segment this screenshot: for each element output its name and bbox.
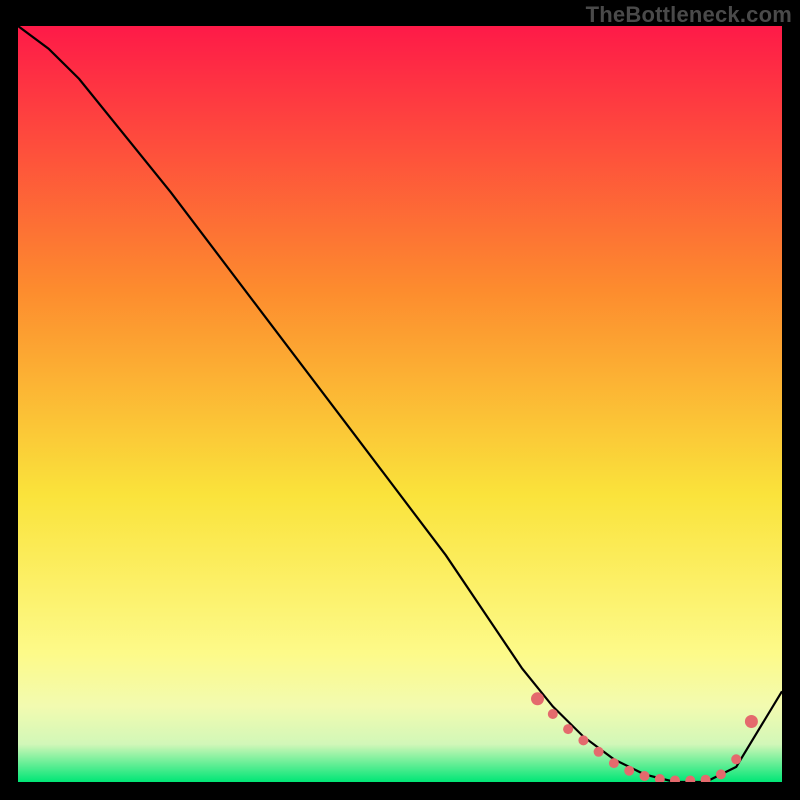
marker-point [548, 709, 558, 719]
marker-point [578, 735, 588, 745]
plot-area [18, 26, 782, 782]
marker-point [745, 715, 758, 728]
app-frame: TheBottleneck.com [0, 0, 800, 800]
marker-point [563, 724, 573, 734]
marker-point [624, 766, 634, 776]
marker-point [731, 754, 741, 764]
marker-point [594, 747, 604, 757]
gradient-background [18, 26, 782, 782]
marker-point [640, 771, 650, 781]
bottleneck-chart [18, 26, 782, 782]
marker-point [531, 692, 544, 705]
watermark-label: TheBottleneck.com [586, 2, 792, 28]
marker-point [716, 769, 726, 779]
marker-point [609, 758, 619, 768]
